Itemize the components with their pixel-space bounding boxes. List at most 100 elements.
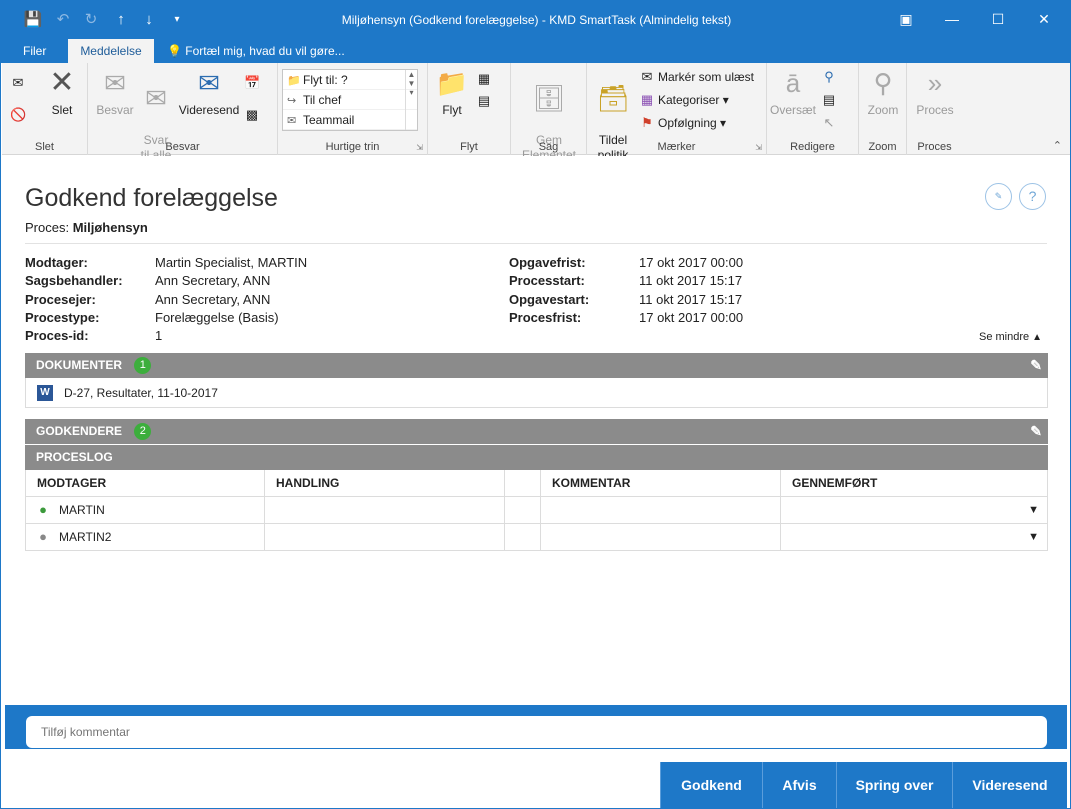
document-name[interactable]: D-27, Resultater, 11-10-2017: [64, 386, 218, 400]
reject-button[interactable]: Afvis: [762, 762, 836, 808]
actions-icon[interactable]: ▤: [476, 91, 495, 111]
follow-up-button[interactable]: ⚑ Opfølgning ▾: [639, 113, 726, 133]
close-button[interactable]: ✕: [1021, 1, 1067, 37]
ribbon-display-options-icon[interactable]: ▣: [883, 1, 929, 37]
reply-all-icon: ✉: [145, 83, 167, 113]
table-row[interactable]: ● MARTIN ▼: [25, 495, 1048, 524]
forward-icon: ✉: [198, 68, 220, 98]
process-log-title: PROCESLOG: [36, 450, 113, 464]
table-row[interactable]: ● MARTIN2 ▼: [25, 522, 1048, 551]
maximize-button[interactable]: ☐: [975, 1, 1021, 37]
meta-row: Modtager:: [25, 254, 123, 272]
meta-left-values: Martin Specialist, MARTIN Ann Secretary,…: [155, 254, 307, 345]
meta-key: Opgavestart:: [509, 291, 590, 307]
column-header: MODTAGER: [25, 470, 265, 497]
process-button[interactable]: » Proces: [913, 67, 957, 118]
quick-step-item[interactable]: ✉ Teammail: [283, 110, 417, 130]
skip-button[interactable]: Spring over: [836, 762, 952, 808]
group-label-besvar: Besvar: [165, 141, 200, 153]
meta-row: Procestype:: [25, 309, 123, 327]
task-content: Godkend forelæggelse Proces: Miljøhensyn…: [5, 156, 1067, 704]
process-log-header: PROCESLOG: [25, 445, 1048, 470]
ribbon-tab-row: Filer Meddelelse 💡 Fortæl mig, hvad du v…: [1, 39, 1071, 63]
folder-icon: 📁: [435, 68, 469, 98]
forward-button[interactable]: ✉ Videresend: [178, 67, 240, 118]
tab-filer[interactable]: Filer: [13, 39, 56, 63]
meta-key: Procestype:: [25, 309, 100, 325]
rules-icon[interactable]: ▦: [476, 69, 495, 89]
quick-step-label: Flyt til: ?: [303, 73, 348, 87]
junk-icon[interactable]: 🚫: [10, 105, 29, 125]
meta-value: 11 okt 2017 15:17: [639, 291, 743, 307]
follow-up-label: Opfølgning: [658, 116, 717, 130]
completed-cell: ▼: [780, 522, 1048, 551]
translate-button[interactable]: ā Oversæt: [769, 67, 817, 118]
zoom-button[interactable]: ⚲ Zoom: [863, 67, 903, 118]
group-label-zoom: Zoom: [868, 141, 897, 153]
arrow-up-icon[interactable]: ↑: [111, 10, 131, 30]
quick-step-item[interactable]: 📁 Flyt til: ?: [283, 70, 417, 90]
reply-button[interactable]: ✉ Besvar: [92, 67, 138, 118]
pencil-icon[interactable]: ✎: [1030, 353, 1042, 378]
document-row[interactable]: W D-27, Resultater, 11-10-2017: [25, 378, 1048, 408]
page-title: Godkend forelæggelse: [25, 184, 278, 212]
move-button[interactable]: 📁 Flyt: [432, 67, 472, 118]
pdf-icon[interactable]: ✎: [985, 183, 1012, 210]
completed-cell: ▼: [780, 495, 1048, 524]
ribbon-group-slet: ✉ 🚫 ✕ Slet Slet: [2, 63, 88, 155]
see-less-toggle[interactable]: Se mindre ▲: [979, 331, 1042, 343]
meta-value: 1: [155, 328, 163, 344]
group-label-redigere: Redigere: [790, 141, 835, 153]
find-icon[interactable]: ⚲: [821, 67, 840, 87]
documents-count-badge: 1: [134, 357, 152, 374]
group-label-hurtige-trin: Hurtige trin: [325, 141, 380, 153]
help-icon[interactable]: ?: [1019, 183, 1046, 210]
tell-me-search[interactable]: 💡 Fortæl mig, hvad du vil gøre...: [167, 39, 345, 63]
related-icon[interactable]: ▤: [821, 90, 840, 110]
expand-down-icon[interactable]: ▼: [1028, 531, 1039, 543]
save-icon[interactable]: 💾: [23, 10, 43, 30]
comment-input[interactable]: [26, 716, 1047, 748]
app-window: 💾 ↶ ↻ ↑ ↓ ▾ Miljøhensyn (Godkend forelæg…: [0, 0, 1071, 809]
empty-cell: [504, 522, 541, 551]
mark-unread-label: Markér som ulæst: [658, 70, 755, 84]
documents-header[interactable]: DOKUMENTER 1 ✎: [25, 353, 1048, 378]
categorize-button[interactable]: ▦ Kategoriser ▾: [639, 90, 729, 110]
minimize-button[interactable]: —: [929, 1, 975, 37]
approve-button[interactable]: Godkend: [660, 762, 762, 808]
delete-x-icon: ✕: [49, 66, 75, 99]
reply-icon: ✉: [104, 68, 126, 98]
quick-steps-scrollbar[interactable]: ▲ ▼ ▾: [405, 70, 417, 130]
tell-me-label: Fortæl mig, hvad du vil gøre...: [185, 44, 345, 58]
title-bar: 💾 ↶ ↻ ↑ ↓ ▾ Miljøhensyn (Godkend forelæg…: [1, 1, 1071, 39]
meta-right-values: 17 okt 2017 00:00 11 okt 2017 15:17 11 o…: [639, 254, 743, 327]
select-icon[interactable]: ↖: [821, 113, 840, 133]
ribbon-group-proces: » Proces Proces: [907, 63, 962, 155]
arrow-down-icon[interactable]: ↓: [139, 10, 159, 30]
collapse-ribbon-icon[interactable]: ⌃: [1053, 139, 1062, 152]
ignore-icon[interactable]: ✉: [10, 73, 29, 93]
customize-quick-access-icon[interactable]: ▾: [167, 10, 187, 30]
save-item-icon: 🗄: [532, 83, 566, 113]
tab-meddelelse[interactable]: Meddelelse: [68, 39, 154, 63]
forward-arrow-icon: ↪: [287, 95, 297, 107]
mark-unread-button[interactable]: ✉ Markér som ulæst: [639, 67, 754, 87]
magnifier-icon: ⚲: [873, 68, 893, 98]
undo-icon[interactable]: ↶: [53, 10, 73, 30]
expand-down-icon[interactable]: ▼: [1028, 504, 1039, 516]
meta-key: Sagsbehandler:: [25, 273, 123, 289]
meta-key: Procesejer:: [25, 291, 96, 307]
meeting-icon[interactable]: 📅: [244, 73, 263, 93]
delete-button[interactable]: ✕ Slet: [42, 67, 82, 118]
pencil-icon[interactable]: ✎: [1030, 419, 1042, 444]
group-label-slet: Slet: [35, 141, 54, 153]
redo-icon[interactable]: ↻: [81, 10, 101, 30]
more-respond-icon[interactable]: ▩: [244, 105, 263, 125]
approvers-header[interactable]: GODKENDERE 2 ✎: [25, 419, 1048, 444]
zoom-label: Zoom: [867, 103, 899, 117]
recipient-name: MARTIN2: [59, 530, 112, 544]
quick-step-item[interactable]: ↪ Til chef: [283, 90, 417, 110]
forward-task-button[interactable]: Videresend: [952, 762, 1067, 808]
word-icon: W: [37, 385, 53, 401]
comment-cell: [540, 495, 781, 524]
